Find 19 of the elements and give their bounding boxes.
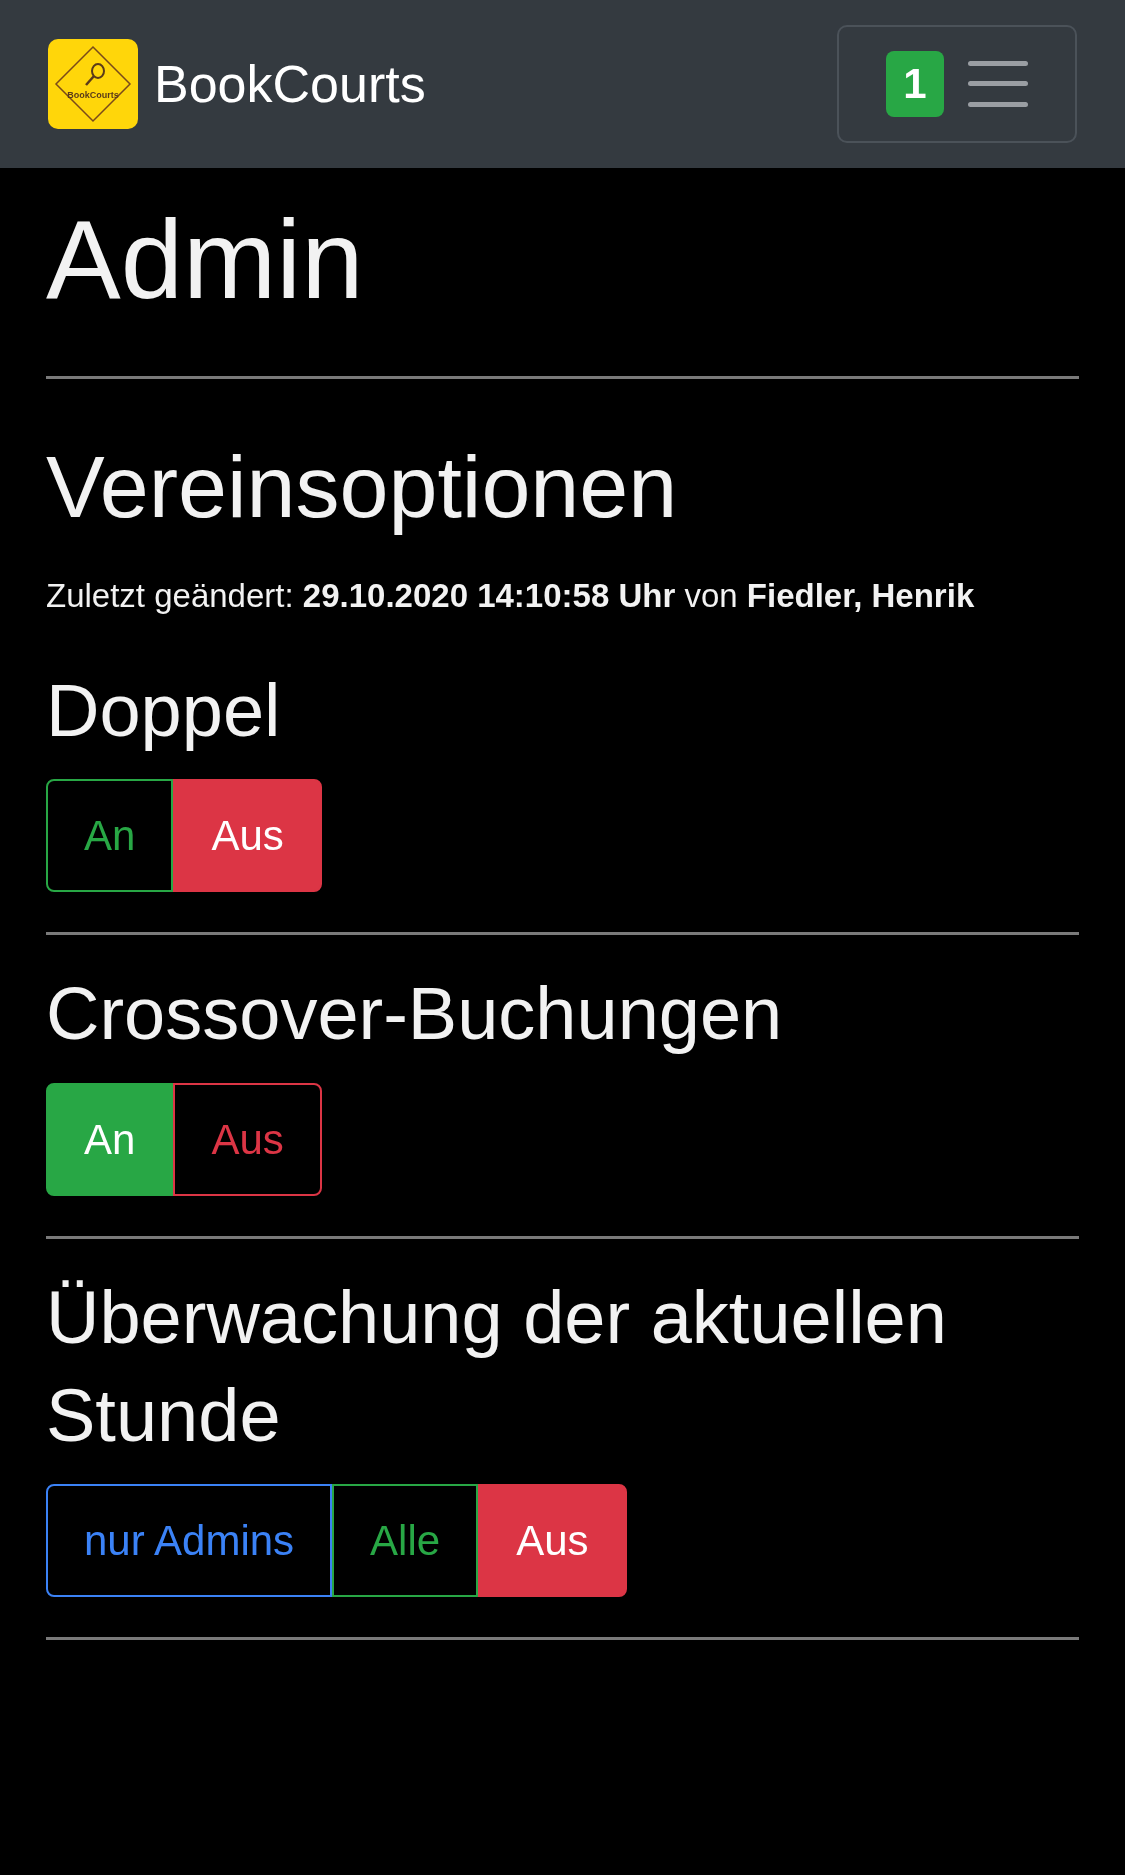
page-title: Admin [46,196,365,316]
toggle-button[interactable]: nur Admins [46,1484,333,1598]
section-title: Vereinsoptionen [46,439,679,536]
notification-badge: 1 [886,51,944,117]
logo[interactable]: BookCourts [48,39,138,129]
logo-text: BookCourts [67,90,119,100]
toggle-button[interactable]: An [46,1083,174,1197]
last-changed-text: Zuletzt geändert: 29.10.2020 14:10:58 Uhr von Fiedler, Henrik [46,575,976,616]
toggle-button[interactable]: Alle [332,1484,479,1598]
toggle-button[interactable]: An [46,779,174,893]
toggle-button[interactable]: Aus [173,779,322,893]
brand-name[interactable]: BookCourts [154,54,426,114]
option-title: Doppel [46,667,282,754]
option-title: Überwachung der aktuellen Stunde [46,1275,948,1459]
toggle-button[interactable]: Aus [173,1083,322,1197]
menu-button[interactable]: 1 [837,25,1077,143]
menu-icon [968,61,1028,107]
toggle-button[interactable]: Aus [478,1484,627,1598]
option-title: Crossover-Buchungen [46,971,784,1058]
